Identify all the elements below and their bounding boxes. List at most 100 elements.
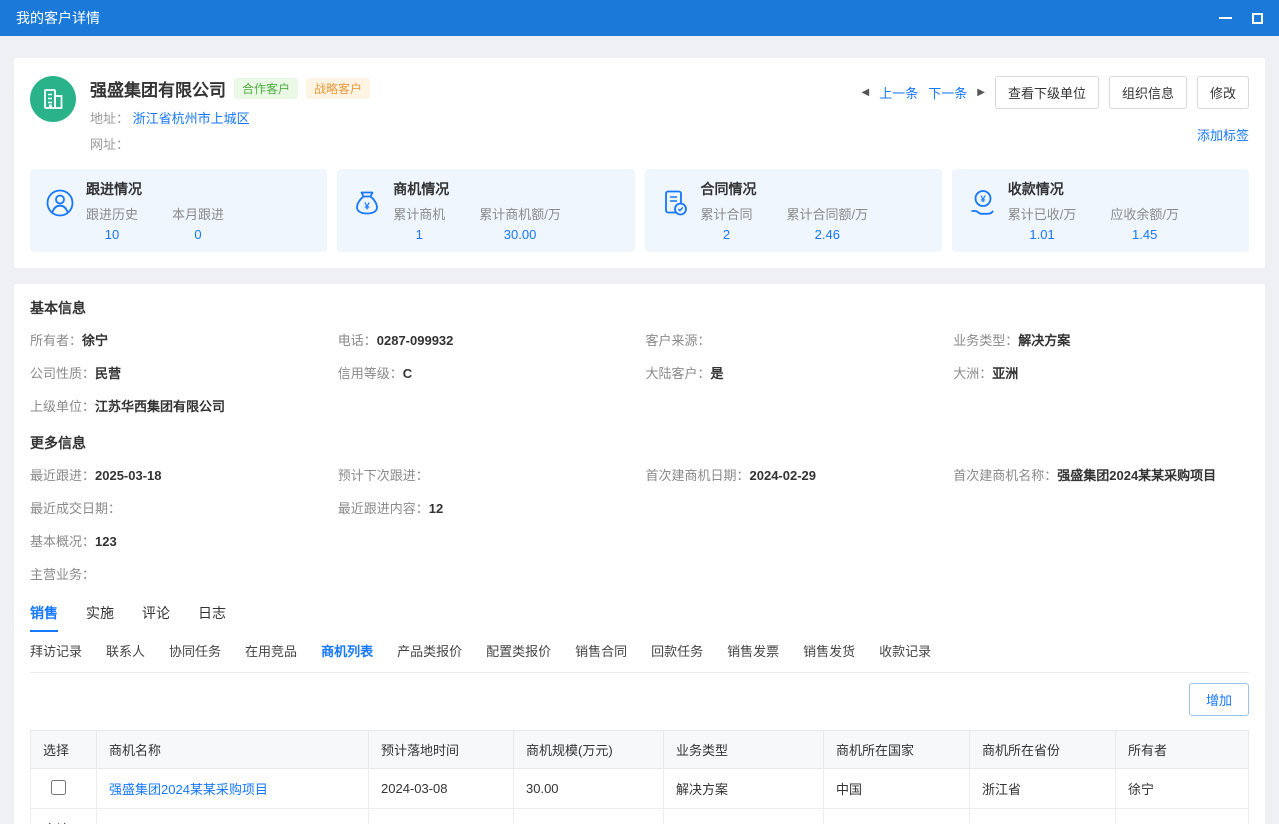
field-value: 12 (429, 501, 443, 516)
modify-button[interactable]: 修改 (1197, 76, 1249, 109)
add-button[interactable]: 增加 (1189, 683, 1249, 716)
stat-value: 10 (86, 227, 138, 242)
maximize-icon[interactable] (1252, 13, 1263, 24)
field-label: 预计下次跟进： (338, 468, 429, 483)
field-continent: 大洲：亚洲 (953, 364, 1249, 384)
field-label: 公司性质： (30, 366, 95, 381)
sub-tabs: 拜访记录 联系人 协同任务 在用竞品 商机列表 产品类报价 配置类报价 销售合同… (30, 641, 1249, 673)
address-link[interactable]: 浙江省杭州市上城区 (133, 111, 250, 126)
tab-logs[interactable]: 日志 (198, 603, 226, 632)
opportunity-name-link[interactable]: 强盛集团2024某某采购项目 (109, 782, 268, 797)
window-content: 强盛集团有限公司 合作客户 战略客户 地址： 浙江省杭州市上城区 网址： (0, 36, 1279, 824)
opportunity-table: 选择 商机名称 预计落地时间 商机规模(万元) 业务类型 商机所在国家 商机所在… (30, 730, 1249, 824)
window-title: 我的客户详情 (16, 8, 100, 28)
stat-label: 应收余额/万 (1110, 204, 1179, 223)
cell-country: 中国 (824, 769, 970, 809)
stat-value: 1.45 (1110, 227, 1179, 242)
stat-label: 累计已收/万 (1008, 204, 1077, 223)
cell-scale: 30.00 (514, 769, 664, 809)
field-label: 主营业务： (30, 567, 95, 582)
prev-arrow-icon[interactable]: ◀ (862, 87, 870, 98)
tab-comments[interactable]: 评论 (142, 603, 170, 632)
org-info-button[interactable]: 组织信息 (1109, 76, 1187, 109)
subtab-receipt-records[interactable]: 收款记录 (879, 641, 931, 660)
field-value: 民营 (95, 366, 121, 381)
field-phone: 电话：0287-099932 (338, 331, 634, 351)
field-label: 业务类型： (953, 333, 1018, 348)
stat-value: 2 (701, 227, 753, 242)
stat-title: 合同情况 (701, 179, 903, 199)
tag-strategic-customer: 战略客户 (306, 78, 370, 99)
contract-document-icon (659, 187, 691, 222)
stats-row: 跟进情况 跟进历史 10 本月跟进 0 (30, 169, 1249, 252)
select-cell (31, 769, 97, 809)
field-value: C (403, 366, 412, 381)
stat-label: 本月跟进 (172, 204, 224, 223)
field-value: 解决方案 (1018, 333, 1070, 348)
address-label: 地址： (90, 111, 129, 126)
minimize-icon[interactable] (1219, 17, 1232, 19)
stat-label: 累计合同额/万 (787, 204, 869, 223)
stat-card-payment: ¥ 收款情况 累计已收/万 1.01 应收余额/万 (952, 169, 1249, 252)
field-first-opportunity-date: 首次建商机日期：2024-02-29 (646, 466, 942, 486)
cell-owner: 徐宁 (1116, 769, 1249, 809)
col-header-opportunity-name: 商机名称 (97, 731, 369, 769)
subtab-contacts[interactable]: 联系人 (106, 641, 145, 660)
cell-business-type: 解决方案 (664, 769, 824, 809)
table-row: 强盛集团2024某某采购项目 2024-03-08 30.00 解决方案 中国 … (31, 769, 1249, 809)
svg-text:¥: ¥ (364, 202, 370, 213)
add-tag-link[interactable]: 添加标签 (1197, 128, 1249, 143)
field-label: 基本概况： (30, 534, 95, 549)
prev-record-link[interactable]: 上一条 (879, 83, 918, 102)
field-main-business: 主营业务： (30, 565, 1249, 585)
field-label: 最近跟进内容： (338, 501, 429, 516)
stat-title: 商机情况 (393, 179, 595, 199)
subtab-sales-contracts[interactable]: 销售合同 (575, 641, 627, 660)
subtab-payment-collection-tasks[interactable]: 回款任务 (651, 641, 703, 660)
next-record-link[interactable]: 下一条 (928, 83, 967, 102)
next-arrow-icon[interactable]: ▶ (977, 87, 985, 98)
subtab-opportunity-list[interactable]: 商机列表 (321, 641, 373, 660)
company-avatar (30, 76, 76, 122)
view-sub-units-button[interactable]: 查看下级单位 (995, 76, 1099, 109)
svg-text:¥: ¥ (980, 194, 986, 205)
stat-value: 1.01 (1008, 227, 1077, 242)
col-header-expected-date: 预计落地时间 (369, 731, 514, 769)
field-label: 所有者： (30, 333, 82, 348)
field-label: 大洲： (953, 366, 992, 381)
subtab-config-quotes[interactable]: 配置类报价 (486, 641, 551, 660)
stat-value: 2.46 (787, 227, 869, 242)
field-mainland-customer: 大陆客户：是 (646, 364, 942, 384)
subtab-sales-invoices[interactable]: 销售发票 (727, 641, 779, 660)
empty-cell (664, 809, 824, 824)
tag-cooperation-customer: 合作客户 (234, 78, 298, 99)
subtab-competitors-in-use[interactable]: 在用竞品 (245, 641, 297, 660)
window-titlebar: 我的客户详情 (0, 0, 1279, 36)
col-header-province: 商机所在省份 (970, 731, 1116, 769)
col-header-country: 商机所在国家 (824, 731, 970, 769)
subtab-product-quotes[interactable]: 产品类报价 (397, 641, 462, 660)
table-header-row: 选择 商机名称 预计落地时间 商机规模(万元) 业务类型 商机所在国家 商机所在… (31, 731, 1249, 769)
customer-header-card: 强盛集团有限公司 合作客户 战略客户 地址： 浙江省杭州市上城区 网址： (14, 58, 1265, 268)
field-first-opportunity-name: 首次建商机名称：强盛集团2024某某采购项目 (953, 466, 1249, 486)
row-checkbox[interactable] (51, 780, 66, 795)
company-info-block: 强盛集团有限公司 合作客户 战略客户 地址： 浙江省杭州市上城区 网址： (90, 76, 370, 153)
col-header-scale: 商机规模(万元) (514, 731, 664, 769)
subtab-collab-tasks[interactable]: 协同任务 (169, 641, 221, 660)
website-label: 网址： (90, 137, 129, 152)
subtab-visit-records[interactable]: 拜访记录 (30, 641, 82, 660)
empty-cell (970, 809, 1116, 824)
field-customer-source: 客户来源： (646, 331, 942, 351)
main-tabs: 销售 实施 评论 日志 (30, 603, 1249, 632)
stat-label: 累计商机 (393, 204, 445, 223)
tab-sales[interactable]: 销售 (30, 603, 58, 632)
field-label: 最近成交日期： (30, 501, 121, 516)
field-latest-follow-up-content: 最近跟进内容：12 (338, 499, 634, 519)
cell-opportunity-name: 强盛集团2024某某采购项目 (97, 769, 369, 809)
stat-card-opportunity: ¥ 商机情况 累计商机 1 累计商机额/万 30.00 (337, 169, 634, 252)
more-info-title: 更多信息 (30, 433, 1249, 453)
total-scale: 30.00 (514, 809, 664, 824)
empty-cell (369, 809, 514, 824)
subtab-sales-shipments[interactable]: 销售发货 (803, 641, 855, 660)
tab-implementation[interactable]: 实施 (86, 603, 114, 632)
